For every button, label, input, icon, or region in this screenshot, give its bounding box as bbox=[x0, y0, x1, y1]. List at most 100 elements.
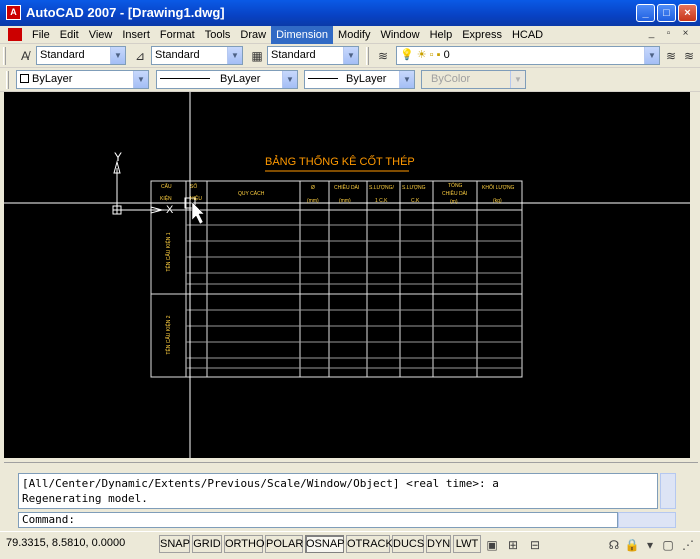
chevron-down-icon[interactable]: ▼ bbox=[399, 71, 414, 88]
minimize-button[interactable]: _ bbox=[636, 4, 655, 22]
table-style-icon[interactable]: ▦ bbox=[248, 47, 266, 65]
chevron-down-icon[interactable]: ▼ bbox=[644, 47, 659, 64]
menu-help[interactable]: Help bbox=[425, 26, 458, 44]
menu-insert[interactable]: Insert bbox=[117, 26, 155, 44]
lock-icon[interactable]: 🔒 bbox=[624, 537, 640, 553]
layer-manager-icon[interactable]: ≋ bbox=[374, 47, 392, 65]
make-object-layer-current-icon[interactable]: ≋ bbox=[662, 47, 680, 65]
ucs-x-label: X bbox=[166, 204, 174, 216]
model-space-icon[interactable]: ▣ bbox=[484, 537, 500, 553]
communication-center-icon[interactable]: ☊ bbox=[606, 537, 622, 553]
document-icon[interactable] bbox=[8, 28, 22, 41]
styles-toolbar: A̸ Standard ▼ ⊿ Standard ▼ ▦ Standard ▼ … bbox=[0, 44, 700, 68]
header-sl-ck: S.LƯỢNG bbox=[402, 185, 426, 191]
layer-previous-icon[interactable]: ≋ bbox=[680, 47, 698, 65]
header-sl-1ck: S.LƯỢNG/ bbox=[369, 185, 394, 191]
chevron-down-icon[interactable]: ▼ bbox=[133, 71, 148, 88]
chevron-down-icon[interactable]: ▼ bbox=[282, 71, 297, 88]
menu-express[interactable]: Express bbox=[457, 26, 507, 44]
dim-style-select[interactable]: Standard ▼ bbox=[151, 46, 243, 65]
color-select[interactable]: ByLayer ▼ bbox=[16, 70, 149, 89]
autocad-icon[interactable]: A bbox=[6, 5, 21, 20]
linetype-select[interactable]: ByLayer ▼ bbox=[156, 70, 298, 89]
chevron-down-icon[interactable]: ▼ bbox=[110, 47, 125, 64]
group-label-1: TÊN CẤU KIỆN 1 bbox=[166, 232, 172, 272]
plotstyle-select: ByColor ▼ bbox=[421, 70, 526, 89]
menu-hcad[interactable]: HCAD bbox=[507, 26, 548, 44]
header-sl-ck-2: C.K bbox=[411, 198, 420, 204]
toolbar-grip[interactable] bbox=[6, 71, 9, 89]
menu-edit[interactable]: Edit bbox=[55, 26, 84, 44]
drawing-canvas[interactable]: Y X BẢNG THỐNG KÊ CỐT THÉP CẤU KIỆN SỐ H… bbox=[4, 92, 690, 458]
cursor-arrow-icon bbox=[191, 201, 205, 225]
linetype-value: ByLayer bbox=[220, 73, 261, 85]
grid-toggle[interactable]: GRID bbox=[192, 535, 222, 553]
menu-format[interactable]: Format bbox=[155, 26, 200, 44]
toolbar-grip[interactable] bbox=[3, 47, 6, 65]
ortho-toggle[interactable]: ORTHO bbox=[224, 535, 265, 553]
header-tong: TỔNG bbox=[448, 183, 463, 189]
menu-bar: File Edit View Insert Format Tools Draw … bbox=[0, 26, 700, 44]
maximize-viewport-icon[interactable]: ⊞ bbox=[505, 537, 521, 553]
maximize-button[interactable]: □ bbox=[657, 4, 676, 22]
chevron-down-icon[interactable]: ▼ bbox=[227, 47, 242, 64]
layout-icon[interactable]: ⊟ bbox=[527, 537, 543, 553]
header-khoi-luong-2: (kg) bbox=[493, 198, 502, 204]
doc-restore-button[interactable]: ▫ bbox=[661, 27, 676, 42]
dyn-toggle[interactable]: DYN bbox=[426, 535, 451, 553]
plotstyle-value: ByColor bbox=[431, 73, 471, 85]
doc-minimize-button[interactable]: _ bbox=[644, 27, 659, 42]
close-button[interactable]: × bbox=[678, 4, 697, 22]
osnap-toggle[interactable]: OSNAP bbox=[305, 535, 345, 553]
menu-modify[interactable]: Modify bbox=[333, 26, 375, 44]
clean-screen-icon[interactable]: ▢ bbox=[660, 537, 676, 553]
title-bar[interactable]: A AutoCAD 2007 - [Drawing1.dwg] _ □ × bbox=[0, 0, 700, 26]
table-style-select[interactable]: Standard ▼ bbox=[267, 46, 359, 65]
menu-tools[interactable]: Tools bbox=[200, 26, 236, 44]
menu-dimension[interactable]: Dimension bbox=[271, 26, 334, 44]
ducs-toggle[interactable]: DUCS bbox=[392, 535, 424, 553]
lineweight-preview bbox=[308, 78, 338, 79]
command-history-scrollbar[interactable] bbox=[660, 473, 676, 509]
menu-draw[interactable]: Draw bbox=[235, 26, 271, 44]
menu-view[interactable]: View bbox=[84, 26, 118, 44]
command-input[interactable]: Command: bbox=[18, 512, 618, 528]
menu-window[interactable]: Window bbox=[375, 26, 424, 44]
chevron-down-icon[interactable]: ▼ bbox=[343, 47, 358, 64]
status-tray-menu-icon[interactable]: ▾ bbox=[642, 537, 658, 553]
group-label-2: TÊN CẤU KIỆN 2 bbox=[166, 315, 172, 355]
polar-toggle[interactable]: POLAR bbox=[265, 535, 303, 553]
table-style-value: Standard bbox=[271, 49, 316, 61]
table-title: BẢNG THỐNG KÊ CỐT THÉP bbox=[265, 156, 415, 168]
color-swatch bbox=[20, 74, 29, 83]
doc-close-button[interactable]: × bbox=[678, 27, 693, 42]
text-style-select[interactable]: Standard ▼ bbox=[36, 46, 126, 65]
window-title: AutoCAD 2007 - [Drawing1.dwg] bbox=[26, 5, 225, 20]
command-history-line: [All/Center/Dynamic/Extents/Previous/Sca… bbox=[22, 477, 499, 490]
command-horizontal-scrollbar[interactable] bbox=[618, 512, 676, 528]
lineweight-value: ByLayer bbox=[346, 73, 387, 85]
dim-style-icon[interactable]: ⊿ bbox=[131, 47, 149, 65]
drawing-vertical-scrollbar[interactable] bbox=[690, 92, 700, 458]
command-history: [All/Center/Dynamic/Extents/Previous/Sca… bbox=[18, 473, 658, 509]
otrack-toggle[interactable]: OTRACK bbox=[346, 535, 393, 553]
resize-grip-icon[interactable]: ⋰ bbox=[680, 537, 696, 553]
header-so-hieu-2: HIỆU bbox=[190, 196, 202, 202]
text-style-value: Standard bbox=[40, 49, 85, 61]
command-history-line: Regenerating model. bbox=[22, 492, 148, 505]
header-cau-kien-2: KIỆN bbox=[160, 196, 172, 202]
lwt-toggle[interactable]: LWT bbox=[453, 535, 481, 553]
coordinates-display[interactable]: 79.3315, 8.5810, 0.0000 bbox=[6, 537, 125, 549]
toolbar-grip[interactable] bbox=[366, 47, 369, 65]
properties-toolbar: ByLayer ▼ ByLayer ▼ ByLayer ▼ ByColor ▼ bbox=[0, 68, 700, 92]
layer-select[interactable]: 💡 ☀ ▫ ▪ 0 ▼ bbox=[396, 46, 660, 65]
color-value: ByLayer bbox=[32, 73, 73, 85]
dim-style-value: Standard bbox=[155, 49, 200, 61]
layer-value: 0 bbox=[443, 49, 450, 61]
snap-toggle[interactable]: SNAP bbox=[159, 535, 190, 553]
drawing-svg bbox=[4, 92, 690, 458]
text-style-icon[interactable]: A̸ bbox=[16, 47, 34, 65]
menu-file[interactable]: File bbox=[27, 26, 55, 44]
header-so-hieu: SỐ bbox=[190, 184, 198, 190]
lineweight-select[interactable]: ByLayer ▼ bbox=[304, 70, 415, 89]
